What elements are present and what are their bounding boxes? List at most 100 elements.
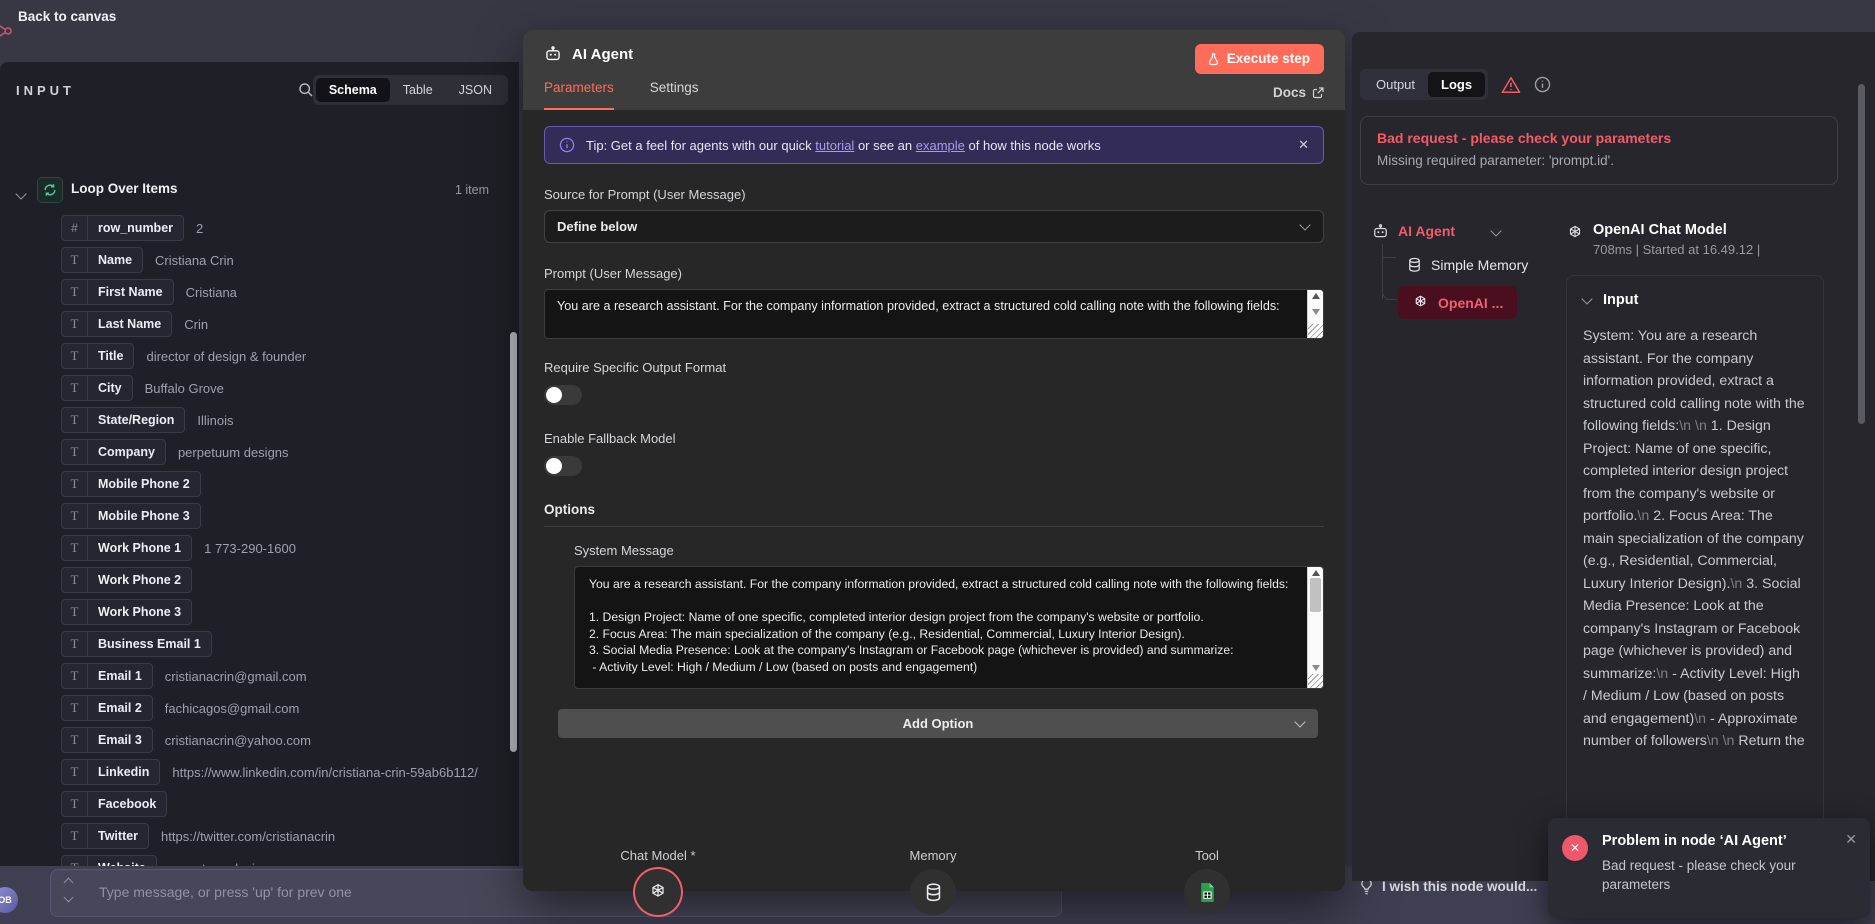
execute-step-button[interactable]: Execute step [1194,44,1324,74]
schema-field-row[interactable]: T City Buffalo Grove [61,372,519,404]
log-detail: OpenAI Chat Model 708ms | Started at 16.… [1566,222,1828,881]
schema-field-row[interactable]: T Title director of design & founder [61,340,519,372]
tab-schema[interactable]: Schema [315,78,390,102]
schema-field-pill[interactable]: T Work Phone 2 [61,567,193,593]
tab-parameters[interactable]: Parameters [544,80,614,110]
prompt-textarea[interactable]: You are a research assistant. For the co… [544,289,1324,339]
loop-node-icon[interactable] [37,177,63,203]
schema-field-row[interactable]: T Work Phone 2 [61,564,519,596]
schema-field-row[interactable]: T Last Name Crin [61,308,519,340]
schema-field-pill[interactable]: # row_number [61,215,185,241]
schema-field-pill[interactable]: T Work Phone 1 [61,535,193,561]
input-panel-scrollbar[interactable] [510,172,517,862]
tab-settings[interactable]: Settings [650,80,699,110]
error-summary-box: Bad request - please check your paramete… [1360,116,1838,185]
docs-link[interactable]: Docs [1273,85,1324,100]
schema-field-row[interactable]: T Company perpetuum designs [61,436,519,468]
schema-field-pill[interactable]: T State/Region [61,407,186,433]
field-type-icon: T [62,792,88,816]
schema-field-row[interactable]: T Linkedin https://www.linkedin.com/in/c… [61,756,519,788]
schema-field-pill[interactable]: T Website [61,855,157,866]
schema-field-row[interactable]: T Business Email 1 [61,628,519,660]
avatar[interactable]: OB [0,887,18,913]
field-name: Facebook [98,797,157,811]
tab-logs[interactable]: Logs [1428,72,1486,97]
openai-icon [1566,224,1584,257]
schema-field-pill[interactable]: T First Name [61,279,174,305]
schema-field-row[interactable]: T Mobile Phone 2 [61,468,519,500]
schema-field-pill[interactable]: T Business Email 1 [61,631,212,657]
memory-endpoint[interactable] [910,869,956,915]
field-name: Name [98,253,133,267]
source-node-name: Loop Over Items [71,181,178,196]
schema-field-pill[interactable]: T Email 2 [61,695,153,721]
chevron-down-icon[interactable] [15,185,27,203]
schema-field-pill[interactable]: T Linkedin [61,759,161,785]
source-prompt-select[interactable]: Define below [544,210,1324,243]
schema-field-row[interactable]: T Twitter https://twitter.com/cristianac… [61,820,519,852]
scrollbar-thumb[interactable] [510,332,517,752]
tutorial-link[interactable]: tutorial [815,138,854,153]
schema-field-row[interactable]: # row_number 2 [61,212,519,244]
system-message-textarea[interactable]: You are a research assistant. For the co… [574,566,1324,689]
schema-field-row[interactable]: T Email 2 fachicagos@gmail.com [61,692,519,724]
textarea-scrollbar[interactable] [1307,567,1323,688]
schema-field-pill[interactable]: T City [61,375,133,401]
schema-field-row[interactable]: T Facebook [61,788,519,820]
schema-field-pill[interactable]: T Work Phone 3 [61,599,193,625]
tree-connector [1382,281,1397,300]
tree-item-simple-memory[interactable]: Simple Memory [1407,252,1562,278]
search-icon[interactable] [298,82,314,98]
schema-field-pill[interactable]: T Email 3 [61,727,153,753]
schema-field-row[interactable]: T Website perpetuumdesigns.com [61,852,519,866]
schema-field-pill[interactable]: T Twitter [61,823,150,849]
close-icon[interactable]: ✕ [1298,137,1309,153]
tree-item-ai-agent[interactable]: AI Agent [1372,216,1562,246]
chevron-down-icon [1581,292,1593,305]
fallback-toggle[interactable] [544,456,582,476]
close-icon[interactable]: ✕ [1845,831,1857,848]
field-type-icon: T [62,824,88,848]
info-icon[interactable] [1534,76,1551,93]
schema-field-pill[interactable]: T Mobile Phone 2 [61,471,201,497]
schema-field-pill[interactable]: T Name [61,247,144,273]
require-output-toggle[interactable] [544,385,582,405]
tab-output[interactable]: Output [1363,72,1428,97]
field-name: Twitter [98,829,139,843]
add-option-button[interactable]: Add Option [558,709,1318,738]
prompt-text: You are a research assistant. For the co… [557,299,1280,338]
chevron-down-icon[interactable] [1490,225,1502,237]
source-node-row[interactable]: Loop Over Items 1 item [0,177,519,203]
example-link[interactable]: example [916,138,965,153]
log-input-section-label: Input [1603,292,1639,308]
output-logs-tabs: Output Logs [1360,69,1489,100]
schema-field-pill[interactable]: T Title [61,343,135,369]
resize-grip-icon[interactable] [1308,674,1323,688]
tab-table[interactable]: Table [390,78,446,102]
schema-field-row[interactable]: T Work Phone 3 [61,596,519,628]
schema-field-pill[interactable]: T Last Name [61,311,173,337]
chat-history-arrows[interactable] [63,877,74,903]
tool-endpoint[interactable] [1184,869,1230,915]
schema-field-row[interactable]: T Work Phone 1 1 773-290-1600 [61,532,519,564]
schema-field-pill[interactable]: T Facebook [61,791,168,817]
logs-panel-scrollbar[interactable] [1858,84,1865,424]
schema-field-row[interactable]: T Mobile Phone 3 [61,500,519,532]
textarea-scrollbar[interactable] [1307,290,1323,338]
tree-item-openai[interactable]: OpenAI ... [1398,286,1518,319]
chat-model-endpoint[interactable] [635,869,681,915]
tip-banner: Tip: Get a feel for agents with our quic… [544,126,1324,164]
schema-field-row[interactable]: T First Name Cristiana [61,276,519,308]
schema-field-row[interactable]: T State/Region Illinois [61,404,519,436]
schema-field-row[interactable]: T Email 3 cristianacrin@yahoo.com [61,724,519,756]
tab-json[interactable]: JSON [446,78,505,102]
back-to-canvas-link[interactable]: Back to canvas [18,9,116,24]
schema-field-row[interactable]: T Email 1 cristianacrin@gmail.com [61,660,519,692]
schema-field-pill[interactable]: T Email 1 [61,663,153,689]
warning-icon[interactable] [1501,76,1521,94]
resize-grip-icon[interactable] [1308,324,1323,338]
schema-field-pill[interactable]: T Mobile Phone 3 [61,503,201,529]
schema-field-row[interactable]: T Name Cristiana Crin [61,244,519,276]
schema-field-pill[interactable]: T Company [61,439,166,465]
log-input-section-header[interactable]: Input [1581,292,1807,308]
